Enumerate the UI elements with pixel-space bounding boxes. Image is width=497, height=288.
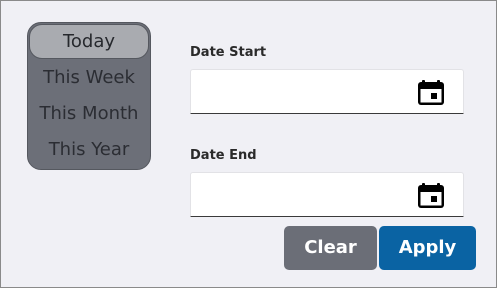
date-end-calendar-button[interactable]: [417, 181, 445, 209]
date-end-label: Date End: [190, 148, 257, 163]
quick-range-this-year[interactable]: This Year: [28, 132, 150, 168]
date-end-field: [190, 172, 464, 218]
apply-button[interactable]: Apply: [379, 226, 476, 270]
date-end-input[interactable]: [199, 173, 413, 218]
clear-button[interactable]: Clear: [284, 226, 377, 270]
date-start-field: [190, 69, 464, 115]
date-filter-panel: Today This Week This Month This Year Dat…: [0, 0, 497, 288]
quick-range-today[interactable]: Today: [29, 24, 149, 59]
quick-range-this-week[interactable]: This Week: [28, 60, 150, 96]
calendar-icon: [418, 183, 444, 208]
date-start-label: Date Start: [190, 45, 267, 60]
quick-range-this-month[interactable]: This Month: [28, 96, 150, 132]
date-start-calendar-button[interactable]: [417, 78, 445, 106]
calendar-icon: [418, 80, 444, 105]
date-start-input[interactable]: [199, 70, 413, 115]
quick-range-list: Today This Week This Month This Year: [27, 22, 151, 170]
